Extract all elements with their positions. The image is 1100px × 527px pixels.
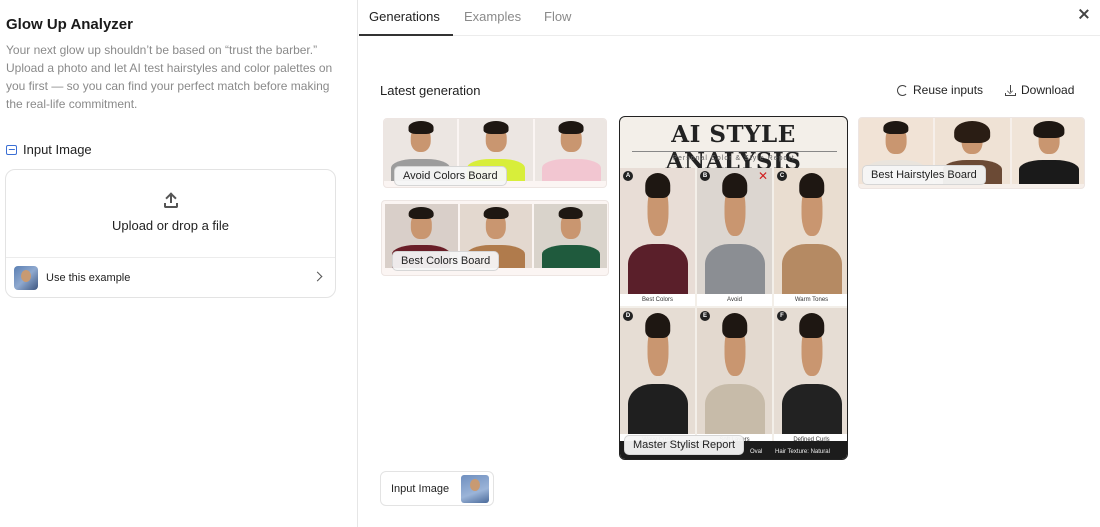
- master-stylist-report-caption: Master Stylist Report: [624, 435, 745, 455]
- best-hairstyles-board-card[interactable]: Best Hairstyles Board: [858, 117, 1085, 189]
- input-image-chip-label: Input Image: [391, 482, 450, 495]
- report-cell-caption: Warm Tones: [774, 294, 847, 306]
- report-photo: [697, 168, 772, 294]
- upload-box: Upload or drop a file Use this example: [5, 169, 336, 298]
- input-image-label: Input Image: [23, 142, 92, 157]
- avoid-colors-caption: Avoid Colors Board: [394, 166, 507, 186]
- report-cell: A Best Colors: [620, 168, 695, 306]
- report-cell-caption: Best Colors: [620, 294, 695, 306]
- report-cell-badge: B: [700, 171, 710, 181]
- report-subtitle: Personal Color & Style Report: [672, 155, 795, 162]
- report-footer-right: Hair Texture: Natural: [775, 449, 830, 455]
- best-hairstyles-caption: Best Hairstyles Board: [862, 165, 986, 185]
- upload-dropzone[interactable]: Upload or drop a file: [6, 170, 335, 257]
- avoid-x-icon: ✕: [757, 169, 768, 183]
- tab-generations[interactable]: Generations: [369, 9, 440, 24]
- download-icon: [1005, 84, 1016, 96]
- report-cell: F Defined Curls: [774, 308, 847, 446]
- hairstyle-photo-3: [1011, 118, 1084, 184]
- latest-generation-label: Latest generation: [380, 83, 481, 98]
- left-panel: Glow Up Analyzer Your next glow up shoul…: [0, 0, 358, 527]
- report-cell: B ✕ Avoid: [697, 168, 772, 306]
- active-tab-indicator: [359, 34, 453, 36]
- best-photo-3: [534, 204, 608, 268]
- input-image-chip[interactable]: Input Image: [380, 471, 494, 506]
- report-cell-badge: E: [700, 311, 710, 321]
- app-root: Glow Up Analyzer Your next glow up shoul…: [0, 0, 1100, 527]
- avoid-photo-3: [534, 119, 606, 181]
- report-divider: [632, 151, 837, 152]
- report-cell-badge: C: [777, 171, 787, 181]
- report-footer-left: Oval: [750, 449, 763, 455]
- report-cell: DWavy Curls: [620, 308, 695, 446]
- report-photo: [697, 308, 772, 434]
- report-cell-badge: D: [623, 311, 633, 321]
- input-image-section-label: Input Image: [6, 142, 92, 157]
- report-cell-caption: Avoid: [697, 294, 772, 306]
- upload-icon: [163, 194, 178, 208]
- report-photo: [774, 308, 847, 434]
- input-image-thumbnail: [461, 474, 490, 503]
- use-example-button[interactable]: Use this example: [6, 257, 335, 298]
- app-description: Your next glow up shouldn’t be based on …: [6, 43, 333, 111]
- reuse-inputs-label: Reuse inputs: [913, 83, 984, 97]
- best-colors-caption: Best Colors Board: [392, 251, 500, 271]
- upload-text: Upload or drop a file: [111, 218, 230, 233]
- tab-bar: Generations Examples Flow: [359, 0, 1100, 36]
- use-example-label: Use this example: [46, 272, 131, 284]
- image-icon: [6, 144, 17, 155]
- chevron-right-icon: [312, 271, 323, 282]
- best-colors-board-card[interactable]: Best Colors Board: [381, 200, 609, 276]
- download-label: Download: [1021, 83, 1075, 97]
- report-cell: C Warm Tones: [774, 168, 847, 306]
- refresh-icon: [897, 84, 908, 96]
- report-cell-badge: F: [777, 311, 787, 321]
- report-cell: ESoft Layers: [697, 308, 772, 446]
- report-photo: [620, 308, 695, 434]
- report-cell-badge: A: [623, 171, 633, 181]
- tab-examples[interactable]: Examples: [464, 9, 521, 24]
- example-thumbnail: [14, 266, 38, 290]
- avoid-colors-board-card[interactable]: Avoid Colors Board: [383, 118, 607, 188]
- app-title: Glow Up Analyzer: [6, 16, 133, 33]
- reuse-inputs-button[interactable]: Reuse inputs: [897, 83, 983, 97]
- download-button[interactable]: Download: [1005, 83, 1074, 97]
- close-icon[interactable]: [1076, 6, 1092, 22]
- right-panel: Generations Examples Flow Latest generat…: [359, 0, 1100, 527]
- report-title: AI STYLE ANALYSIS: [665, 121, 802, 175]
- report-photo: [620, 168, 695, 294]
- report-photo: [774, 168, 847, 294]
- tab-flow[interactable]: Flow: [544, 9, 571, 24]
- master-stylist-report-card[interactable]: AI STYLE ANALYSIS Personal Color & Style…: [619, 116, 848, 460]
